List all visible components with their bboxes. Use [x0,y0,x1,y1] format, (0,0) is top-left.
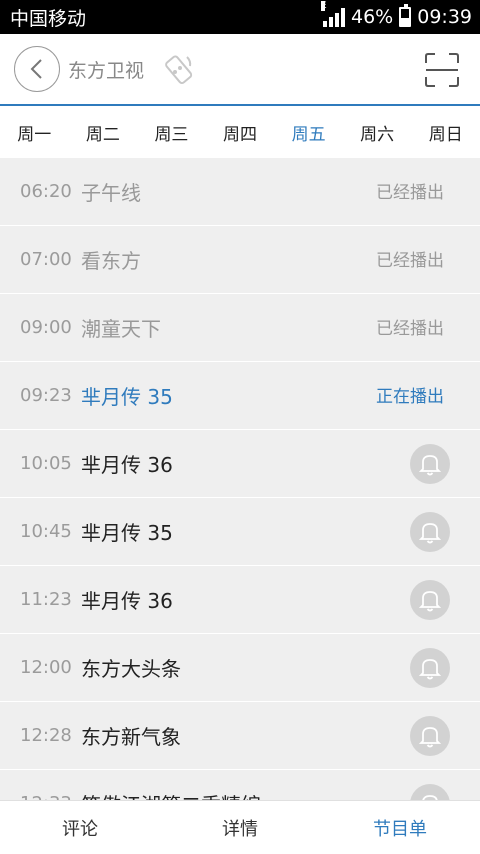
bell-icon [419,590,441,611]
program-status: 已经播出 [376,319,444,339]
program-status: 已经播出 [376,183,444,203]
program-time: 12:00 [20,657,72,678]
clock: 09:39 [417,6,472,28]
back-button[interactable] [14,46,60,92]
tab-details[interactable]: 详情 [160,815,320,841]
battery-percent: 46% [351,6,394,28]
tab-schedule[interactable]: 节目单 [320,815,480,841]
tab-comments[interactable]: 评论 [0,815,160,841]
reminder-button[interactable] [410,579,450,620]
scan-icon[interactable] [424,52,460,88]
bell-icon [419,658,441,679]
program-row[interactable]: 12:00 东方大头条 [0,634,480,702]
tab-thursday[interactable]: 周四 [206,120,275,145]
program-row[interactable]: 06:20 子午线 已经播出 [0,158,480,226]
tab-sunday[interactable]: 周日 [411,120,480,145]
program-row[interactable]: 07:00 看东方 已经播出 [0,226,480,294]
reminder-button[interactable] [410,647,450,688]
program-row[interactable]: 09:23 芈月传 35 正在播出 [0,362,480,430]
program-time: 06:20 [20,181,72,202]
header: 东方卫视 [0,34,480,106]
tab-saturday[interactable]: 周六 [343,120,412,145]
status-bar: 中国移动 E 46% 09:39 [0,0,480,34]
network-type-label: E [321,1,327,11]
program-row[interactable]: 10:45 芈月传 35 [0,498,480,566]
reminder-button[interactable] [410,511,450,552]
program-time: 10:45 [20,521,72,542]
bottom-tab-bar: 评论 详情 节目单 [0,800,480,854]
program-time: 10:05 [20,453,72,474]
status-right: E 46% 09:39 [321,1,472,28]
carrier-label: 中国移动 [10,7,87,30]
tab-friday[interactable]: 周五 [274,120,343,145]
tab-monday[interactable]: 周一 [0,120,69,145]
program-status: 已经播出 [376,251,444,271]
tab-wednesday[interactable]: 周三 [137,120,206,145]
reminder-button[interactable] [410,715,450,756]
program-row[interactable]: 12:28 东方新气象 [0,702,480,770]
channel-title: 东方卫视 [68,59,145,82]
program-row[interactable]: 09:00 潮童天下 已经播出 [0,294,480,362]
bell-icon [419,454,441,475]
remote-control-icon[interactable] [160,51,196,87]
program-row[interactable]: 12:33笑傲江湖第二季精编 [0,770,480,800]
reminder-button[interactable] [410,783,450,800]
program-row[interactable]: 10:05 芈月传 36 [0,430,480,498]
program-status: 正在播出 [376,387,444,407]
bell-icon [419,726,441,747]
chevron-left-icon [30,59,42,79]
tab-tuesday[interactable]: 周二 [69,120,138,145]
program-time: 07:00 [20,249,72,270]
program-time: 12:33 [0,793,81,800]
bell-icon [419,522,441,543]
program-time: 09:23 [20,385,72,406]
week-tabs: 周一 周二 周三 周四 周五 周六 周日 [0,106,480,158]
program-list: 06:20 子午线 已经播出 07:00 看东方 已经播出 09:00 潮童天下 已经播出 09:… [0,158,480,800]
bell-icon [422,794,438,800]
signal-icon: E [321,1,345,27]
program-row[interactable]: 11:23 芈月传 36 [0,566,480,634]
program-time: 09:00 [20,317,72,338]
reminder-button[interactable] [410,443,450,484]
program-time: 12:28 [20,725,72,746]
battery-icon [399,4,412,27]
program-time: 11:23 [20,589,72,610]
